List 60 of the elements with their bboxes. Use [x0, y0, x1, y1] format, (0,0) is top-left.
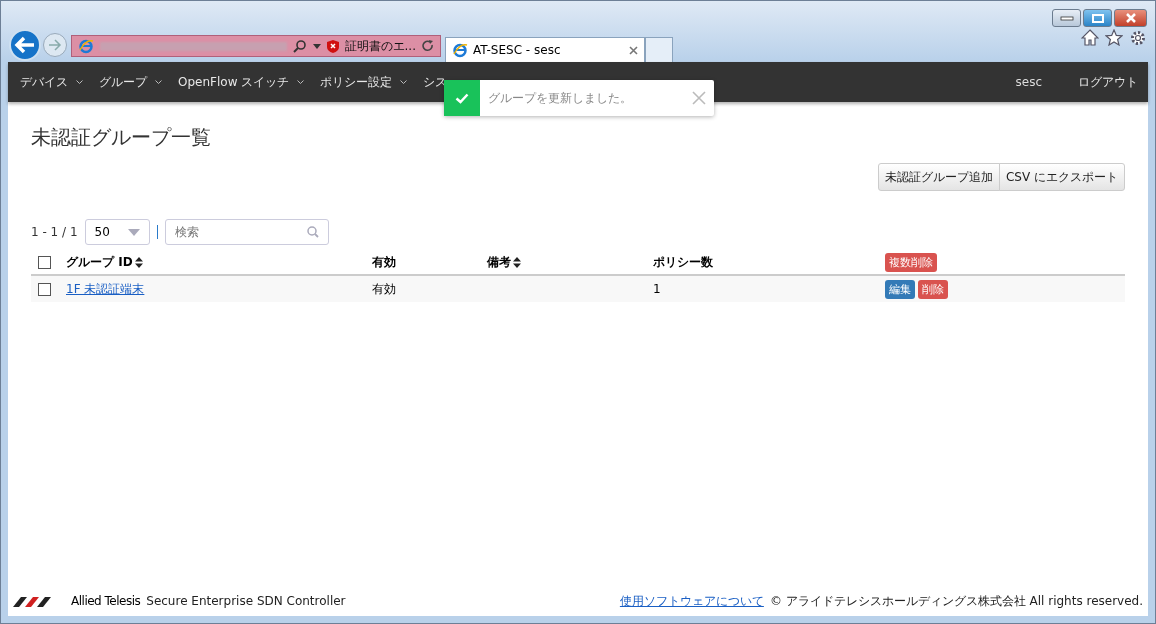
- shield-error-icon: [326, 39, 339, 53]
- bulk-delete-button[interactable]: 複数削除: [885, 252, 937, 272]
- delete-button[interactable]: 削除: [918, 279, 948, 299]
- back-button[interactable]: [9, 29, 41, 61]
- product-name: Secure Enterprise SDN Controller: [146, 594, 346, 608]
- close-button[interactable]: [1114, 9, 1147, 27]
- nav-menu[interactable]: デバイス: [12, 73, 91, 91]
- browser-logo-icon: [452, 42, 468, 58]
- page-title: 未認証グループ一覧: [31, 124, 212, 151]
- username: sesc: [1015, 75, 1042, 89]
- brand-name: Allied Telesis: [71, 594, 141, 608]
- edit-button[interactable]: 編集: [885, 279, 915, 299]
- sort-icon[interactable]: [513, 256, 521, 268]
- record-count: 1 - 1 / 1: [31, 225, 78, 239]
- tab-close-icon[interactable]: [629, 45, 638, 55]
- select-all-checkbox[interactable]: [38, 256, 51, 269]
- copyright-text: © アライドテレシスホールディングス株式会社 All rights reserved.: [769, 592, 1143, 610]
- chevron-icon: [297, 79, 305, 85]
- search-icon[interactable]: [292, 39, 307, 53]
- nav-menu[interactable]: グループ: [91, 73, 170, 91]
- browser-tab[interactable]: AT-SESC - sesc: [445, 37, 645, 62]
- browser-logo-icon: [78, 38, 94, 54]
- table-cell: 有効: [372, 281, 396, 296]
- close-icon: [1124, 13, 1137, 23]
- toast-message: グループを更新しました。: [488, 89, 633, 107]
- column-header: ポリシー数: [653, 253, 713, 271]
- forward-arrow-icon: [48, 39, 62, 51]
- star-icon[interactable]: [1105, 29, 1123, 46]
- search-field[interactable]: 検索: [164, 219, 329, 245]
- separator: [156, 225, 158, 239]
- action-button[interactable]: CSV にエクスポート: [998, 163, 1125, 191]
- chevron-icon: [155, 79, 162, 85]
- certificate-warning[interactable]: 証明書のエ...: [344, 37, 416, 55]
- back-arrow-icon: [14, 36, 36, 54]
- sort-icon[interactable]: [134, 256, 143, 268]
- minimize-icon: [1059, 15, 1074, 21]
- column-header: 有効: [372, 253, 396, 271]
- page-size-select[interactable]: 50: [84, 219, 150, 245]
- caret-icon[interactable]: [312, 43, 321, 49]
- column-header[interactable]: グループ ID: [66, 253, 133, 271]
- nav-menu[interactable]: ポリシー設定: [312, 73, 416, 91]
- settings-icon[interactable]: [1129, 29, 1147, 47]
- dropdown-caret-icon: [127, 228, 140, 236]
- action-button[interactable]: 未認証グループ追加: [877, 163, 1000, 191]
- software-info-link[interactable]: 使用ソフトウェアについて: [619, 592, 764, 610]
- table-cell: 1: [653, 282, 661, 296]
- maximize-icon: [1091, 13, 1104, 23]
- chevron-icon: [400, 79, 408, 85]
- logout-link[interactable]: ログアウト: [1070, 73, 1144, 91]
- home-icon[interactable]: [1081, 29, 1099, 46]
- maximize-button[interactable]: [1083, 9, 1112, 27]
- refresh-icon[interactable]: [422, 40, 434, 52]
- nav-menu[interactable]: OpenFlow スイッチ: [170, 73, 313, 91]
- chevron-icon: [76, 79, 83, 85]
- minimize-button[interactable]: [1052, 9, 1081, 27]
- column-header[interactable]: 備考: [487, 253, 511, 271]
- group-id-link[interactable]: 1F 未認証端末: [66, 281, 145, 296]
- row-checkbox[interactable]: [38, 283, 51, 296]
- search-icon: [306, 226, 319, 238]
- address-bar[interactable]: 証明書のエ...: [71, 35, 441, 57]
